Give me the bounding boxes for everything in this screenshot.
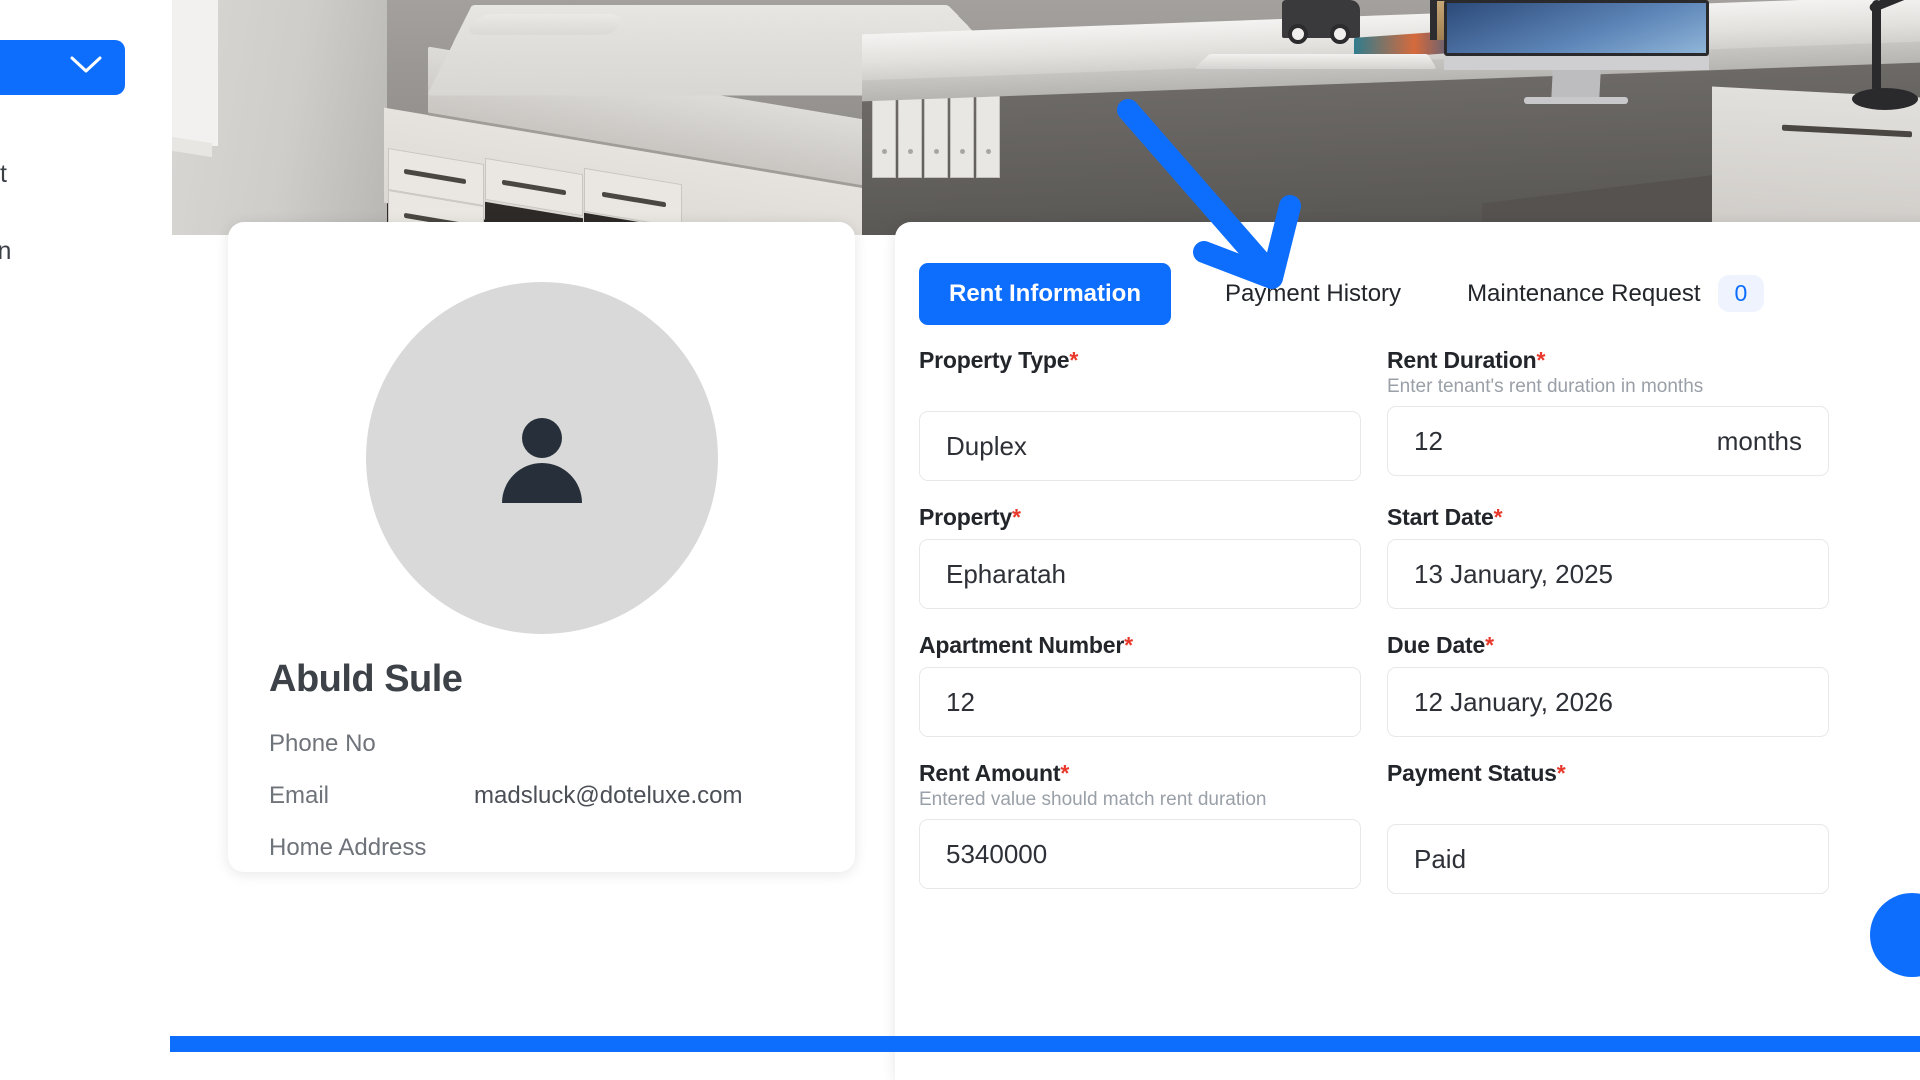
tenant-profile-card: Abuld Sule Phone No Email madsluck@dotel… [228, 222, 855, 872]
label-rent-duration: Rent Duration* [1387, 347, 1546, 373]
rent-details-card: Rent Information Payment History Mainten… [895, 222, 1920, 1080]
required-marker: * [1069, 347, 1079, 373]
field-payment-status: Payment Status* Paid [1387, 760, 1829, 894]
required-marker: * [1060, 760, 1070, 786]
rent-information-form: Property Type* Duplex Rent Duration* Ent… [919, 347, 1920, 917]
required-marker: * [1556, 760, 1566, 786]
input-start-date-value: 13 January, 2025 [1414, 558, 1613, 589]
sidebar-item-management[interactable]: ment [0, 160, 7, 189]
input-property-type[interactable]: Duplex [919, 411, 1361, 481]
field-rent-amount: Rent Amount* Entered value should match … [919, 760, 1361, 894]
input-rent-amount-value: 5340000 [946, 838, 1048, 869]
label-start-date: Start Date* [1387, 504, 1503, 530]
input-start-date[interactable]: 13 January, 2025 [1387, 539, 1829, 609]
person-avatar-icon [482, 398, 602, 518]
required-marker: * [1536, 347, 1546, 373]
list-item: Email madsluck@doteluxe.com [269, 782, 809, 810]
avatar [365, 282, 718, 634]
input-property-value: Epharatah [946, 558, 1066, 589]
bedroom-photo [172, 0, 1920, 235]
property-hero-image [172, 0, 1920, 235]
app-root: ment ation Abuld Sule Phone No Email mad… [0, 0, 1920, 1080]
input-apartment-number-value: 12 [946, 686, 975, 717]
hint-rent-duration: Enter tenant's rent duration in months [1387, 376, 1704, 397]
label-payment-status: Payment Status* [1387, 760, 1566, 786]
input-rent-duration-value: 12 [1414, 425, 1443, 456]
field-rent-duration: Rent Duration* Enter tenant's rent durat… [1387, 347, 1829, 481]
list-item: Home Address [269, 834, 809, 862]
page-title: Abuld Sule [269, 658, 463, 700]
input-property-type-value: Duplex [946, 430, 1027, 461]
profile-label-email: Email [269, 782, 330, 809]
input-due-date[interactable]: 12 January, 2026 [1387, 667, 1829, 737]
input-payment-status[interactable]: Paid [1387, 824, 1829, 894]
field-property: Property* Epharatah [919, 504, 1361, 609]
required-marker: * [1493, 504, 1503, 530]
required-marker: * [1011, 504, 1021, 530]
hint-rent-amount: Entered value should match rent duration [919, 789, 1267, 810]
field-apartment-number: Apartment Number* 12 [919, 632, 1361, 737]
profile-detail-list: Phone No Email madsluck@doteluxe.com Hom… [269, 730, 809, 886]
field-start-date: Start Date* 13 January, 2025 [1387, 504, 1829, 609]
sidebar-item-application[interactable]: ation [0, 237, 11, 266]
list-item: Phone No [269, 730, 809, 758]
input-rent-amount[interactable]: 5340000 [919, 819, 1361, 889]
tab-bar: Rent Information Payment History Mainten… [919, 258, 1765, 329]
tab-maintenance-request[interactable]: Maintenance Request 0 [1467, 258, 1765, 329]
tab-maintenance-request-label: Maintenance Request [1467, 279, 1701, 307]
profile-value-email: madsluck@doteluxe.com [474, 782, 743, 809]
label-due-date: Due Date* [1387, 632, 1494, 658]
label-apartment-number: Apartment Number* [919, 632, 1133, 658]
input-due-date-value: 12 January, 2026 [1414, 686, 1613, 717]
input-rent-duration[interactable]: 12 months [1387, 406, 1829, 476]
input-apartment-number[interactable]: 12 [919, 667, 1361, 737]
tab-payment-history[interactable]: Payment History [1225, 263, 1401, 325]
profile-label-phone: Phone No [269, 730, 376, 757]
required-marker: * [1124, 632, 1133, 658]
status-badge: 0 [1717, 275, 1765, 312]
label-property-type: Property Type* [919, 347, 1079, 373]
sidebar: ment ation [0, 0, 172, 1080]
field-due-date: Due Date* 12 January, 2026 [1387, 632, 1829, 737]
sidebar-dropdown-button[interactable] [0, 40, 125, 95]
chevron-down-icon [69, 55, 103, 80]
input-rent-duration-suffix: months [1716, 425, 1802, 456]
required-marker: * [1485, 632, 1494, 658]
label-property: Property* [919, 504, 1021, 530]
field-property-type: Property Type* Duplex [919, 347, 1361, 481]
tab-rent-information[interactable]: Rent Information [919, 262, 1171, 325]
bottom-progress-bar [170, 1036, 1920, 1052]
profile-label-address: Home Address [269, 834, 427, 861]
label-rent-amount: Rent Amount* [919, 760, 1070, 786]
input-payment-status-value: Paid [1414, 843, 1467, 874]
input-property[interactable]: Epharatah [919, 539, 1361, 609]
